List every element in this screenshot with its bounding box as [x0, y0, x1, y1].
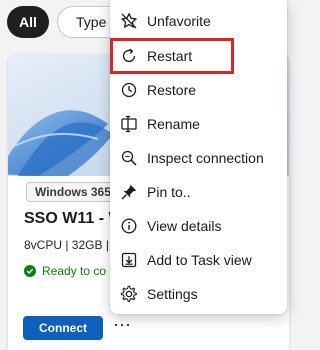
menu-item-view-details[interactable]: View details	[110, 209, 287, 243]
menu-label-restore: Restore	[147, 82, 197, 98]
menu-item-pin-to[interactable]: Pin to..	[110, 175, 287, 209]
product-badge: Windows 365	[26, 182, 120, 202]
inspect-search-icon	[120, 149, 138, 167]
menu-label-rename: Rename	[147, 116, 200, 132]
menu-item-inspect-connection[interactable]: Inspect connection	[110, 141, 287, 175]
menu-label-add-to-task-view: Add to Task view	[147, 252, 252, 268]
pin-icon	[120, 183, 138, 201]
filter-all-chip[interactable]: All	[7, 6, 49, 38]
filter-type-label: Type	[76, 14, 107, 30]
star-off-icon	[120, 12, 138, 30]
menu-label-inspect-connection: Inspect connection	[147, 150, 264, 166]
add-to-task-view-icon	[120, 251, 138, 269]
rename-icon	[120, 115, 138, 133]
filter-all-label: All	[19, 14, 37, 30]
settings-gear-icon	[120, 285, 138, 303]
menu-label-pin-to: Pin to..	[147, 184, 191, 200]
menu-item-rename[interactable]: Rename	[110, 107, 287, 141]
status-indicator: Ready to co	[24, 264, 106, 278]
status-text: Ready to co	[42, 264, 107, 278]
check-circle-icon	[24, 265, 36, 277]
menu-label-settings: Settings	[147, 286, 198, 302]
menu-label-unfavorite: Unfavorite	[147, 13, 211, 29]
menu-item-unfavorite[interactable]: Unfavorite	[110, 4, 287, 38]
context-menu: Unfavorite Restart Restore Rename Inspec…	[110, 0, 287, 314]
cloud-pc-name: SSO W11 - W	[24, 210, 124, 227]
info-icon	[120, 217, 138, 235]
menu-item-settings[interactable]: Settings	[110, 277, 287, 311]
cloud-pc-specs: 8vCPU | 32GB | 5	[24, 238, 119, 252]
restore-clock-icon	[120, 81, 138, 99]
connect-button[interactable]: Connect	[23, 316, 103, 340]
restart-highlight-box	[110, 38, 234, 74]
menu-item-restore[interactable]: Restore	[110, 73, 287, 107]
menu-item-add-to-task-view[interactable]: Add to Task view	[110, 243, 287, 277]
more-options-button[interactable]: ···	[112, 314, 132, 338]
menu-label-view-details: View details	[147, 218, 222, 234]
